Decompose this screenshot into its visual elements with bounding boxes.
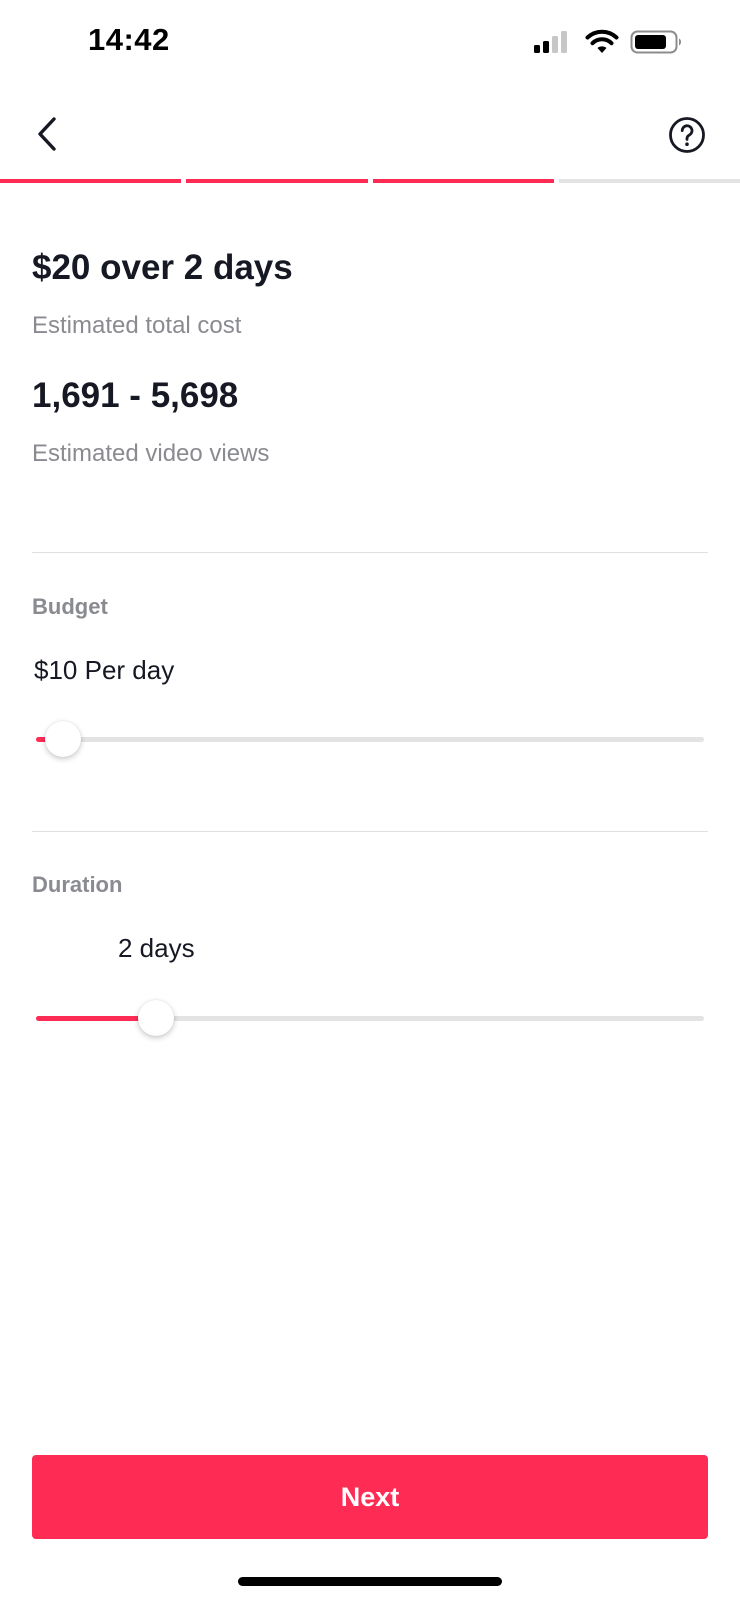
step-progress <box>0 179 740 183</box>
budget-slider-thumb[interactable] <box>44 721 81 757</box>
estimated-total-cost-value: $20 over 2 days <box>32 248 293 287</box>
duration-label: Duration <box>32 872 123 897</box>
budget-slider[interactable] <box>36 719 704 759</box>
battery-icon <box>630 30 682 54</box>
budget-slider-track <box>36 737 704 742</box>
progress-segment <box>186 179 368 183</box>
estimated-total-cost-label: Estimated total cost <box>32 312 242 339</box>
estimated-views-label: Estimated video views <box>32 440 270 467</box>
back-button[interactable] <box>30 112 66 156</box>
next-button[interactable]: Next <box>32 1455 708 1539</box>
duration-slider-thumb[interactable] <box>138 1000 175 1036</box>
budget-value: $10 Per day <box>34 655 175 685</box>
budget-label: Budget <box>32 594 108 619</box>
progress-segment <box>372 179 554 183</box>
progress-segment <box>0 179 182 183</box>
duration-slider[interactable] <box>36 998 704 1038</box>
home-indicator <box>238 1577 502 1586</box>
status-time: 14:42 <box>88 22 170 57</box>
duration-value: 2 days <box>118 933 195 963</box>
question-circle-icon[interactable] <box>668 116 706 154</box>
divider <box>32 831 708 832</box>
cellular-signal-icon <box>534 31 567 53</box>
divider <box>32 552 708 553</box>
progress-segment <box>558 179 740 183</box>
wifi-icon <box>585 29 619 53</box>
estimated-views-value: 1,691 - 5,698 <box>32 376 239 415</box>
